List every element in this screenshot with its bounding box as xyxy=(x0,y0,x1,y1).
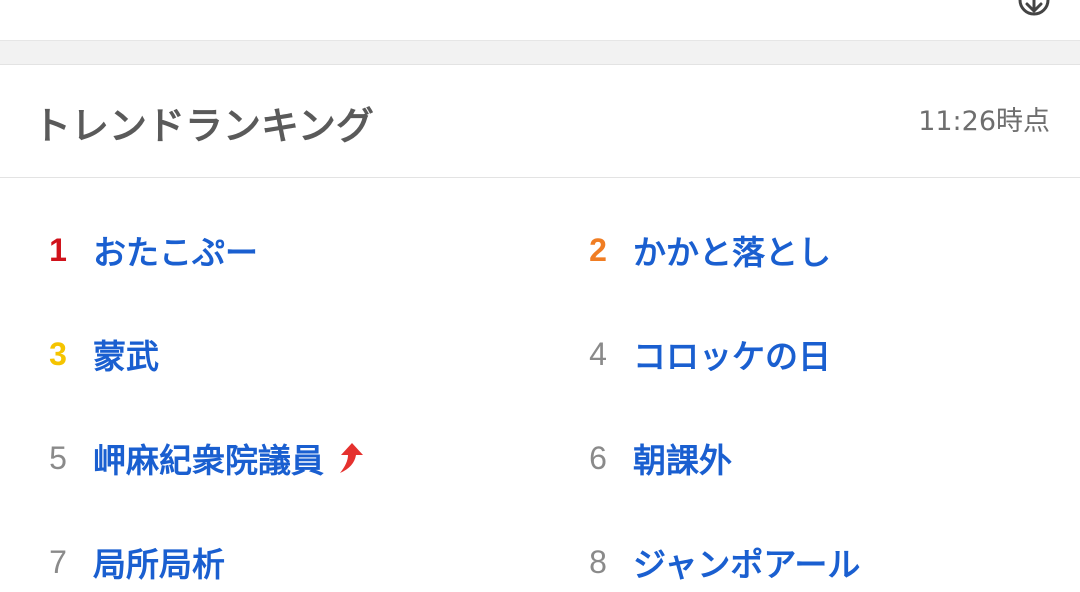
trend-keyword[interactable]: コロッケの日 xyxy=(633,330,831,378)
ranking-item-8[interactable]: 8 ジャンポアール xyxy=(568,532,860,592)
up-arrow-icon xyxy=(340,443,363,473)
trend-keyword[interactable]: 蒙武 xyxy=(93,330,159,378)
trend-keyword[interactable]: 岬麻紀衆院議員 xyxy=(93,434,324,482)
trend-keyword[interactable]: かかと落とし xyxy=(633,226,831,274)
rank-number: 8 xyxy=(589,543,607,580)
rank-number: 5 xyxy=(49,439,67,476)
ranking-item-7[interactable]: 7 局所局析 xyxy=(28,532,225,592)
section-title: トレンドランキング xyxy=(33,104,374,148)
trend-keyword[interactable]: ジャンポアール xyxy=(633,538,860,586)
trend-ranking-header: トレンドランキング 11:26時点 xyxy=(0,65,1080,178)
rank-number: 2 xyxy=(589,231,607,268)
rank-number: 7 xyxy=(49,543,67,580)
trend-keyword[interactable]: おたこぷー xyxy=(93,226,258,274)
rank-number: 4 xyxy=(589,335,607,372)
trend-keyword[interactable]: 局所局析 xyxy=(93,538,225,586)
ranking-item-6[interactable]: 6 朝課外 xyxy=(568,428,732,488)
trend-keyword[interactable]: 朝課外 xyxy=(633,434,732,482)
ranking-item-3[interactable]: 3 蒙武 xyxy=(28,324,159,384)
top-bar xyxy=(0,0,1080,41)
ranking-list: 1 おたこぷー 2 かかと落とし 3 蒙武 4 コロッケの日 5 岬麻紀衆院議員… xyxy=(0,178,1080,585)
ranking-item-1[interactable]: 1 おたこぷー xyxy=(28,220,258,280)
section-divider xyxy=(0,41,1080,65)
ranking-item-5[interactable]: 5 岬麻紀衆院議員 xyxy=(28,428,364,488)
ranking-item-4[interactable]: 4 コロッケの日 xyxy=(568,324,831,384)
updated-time: 11:26時点 xyxy=(918,106,1050,137)
ranking-item-2[interactable]: 2 かかと落とし xyxy=(568,220,831,280)
rank-number: 3 xyxy=(49,335,67,372)
download-icon[interactable] xyxy=(1016,0,1052,22)
rank-number: 6 xyxy=(589,439,607,476)
rank-number: 1 xyxy=(49,231,67,268)
